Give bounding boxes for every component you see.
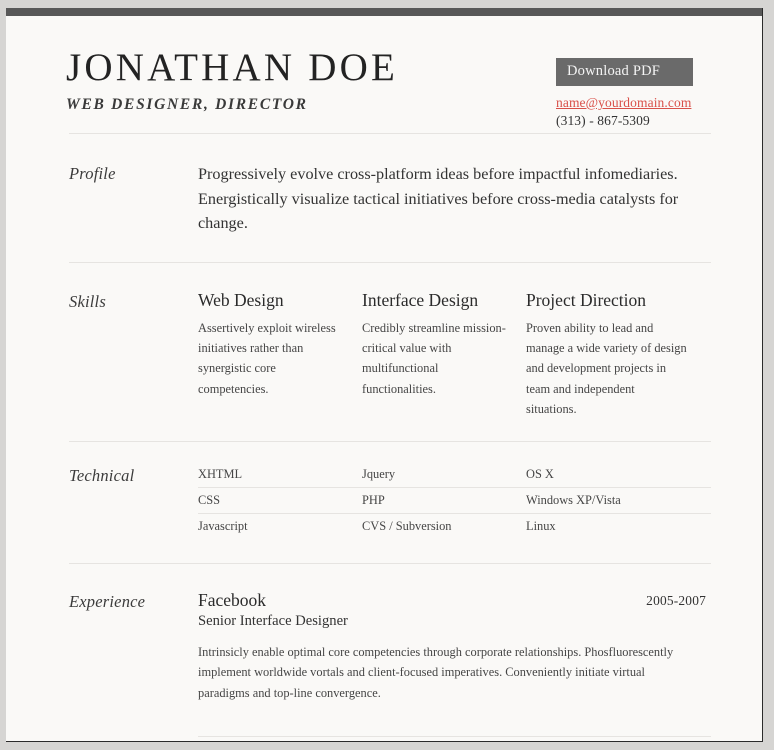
top-accent-bar — [6, 8, 762, 16]
experience-role: Senior Interface Designer — [198, 612, 348, 629]
technical-body: XHTML Jquery OS X CSS PHP Windows XP/Vis… — [198, 464, 711, 539]
table-cell: Javascript — [198, 512, 362, 539]
contact-block: Download PDF name@yourdomain.com (313) -… — [556, 58, 706, 129]
table-cell: PHP — [362, 486, 526, 514]
section-profile: Profile Progressively evolve cross-platf… — [6, 134, 762, 262]
resume-document: JONATHAN DOE WEB DESIGNER, DIRECTOR Down… — [6, 8, 763, 742]
download-pdf-button[interactable]: Download PDF — [556, 58, 693, 86]
skill-description: Assertively exploit wireless initiatives… — [198, 320, 336, 396]
skill-column: Web Design Assertively exploit wireless … — [198, 290, 362, 419]
skills-body: Web Design Assertively exploit wireless … — [198, 290, 711, 419]
table-cell: Linux — [526, 512, 711, 539]
table-row: Javascript CVS / Subversion Linux — [198, 512, 711, 539]
skill-column: Interface Design Credibly streamline mis… — [362, 290, 526, 419]
experience-entry: 2005-2007 Facebook Senior Interface Desi… — [198, 590, 711, 709]
table-cell: Windows XP/Vista — [526, 486, 711, 514]
experience-entry: 2005-2007 Apple Inc. Junior Interface De… — [198, 735, 711, 741]
section-label-profile: Profile — [69, 164, 116, 183]
skills-columns: Web Design Assertively exploit wireless … — [198, 290, 711, 419]
resume-header: JONATHAN DOE WEB DESIGNER, DIRECTOR Down… — [6, 16, 762, 133]
profile-text: Progressively evolve cross-platform idea… — [198, 165, 679, 233]
experience-body: 2005-2007 Facebook Senior Interface Desi… — [198, 590, 711, 741]
section-label-skills: Skills — [69, 291, 106, 311]
technical-table: XHTML Jquery OS X CSS PHP Windows XP/Vis… — [198, 464, 711, 539]
skill-column: Project Direction Proven ability to lead… — [526, 290, 706, 419]
skill-description: Proven ability to lead and manage a wide… — [526, 320, 687, 416]
profile-body: Progressively evolve cross-platform idea… — [198, 162, 711, 236]
divider-experience-entry — [198, 735, 711, 737]
resume-inner: JONATHAN DOE WEB DESIGNER, DIRECTOR Down… — [6, 16, 762, 741]
email-link[interactable]: name@yourdomain.com — [556, 95, 706, 111]
table-row: CSS PHP Windows XP/Vista — [198, 486, 711, 514]
skill-heading: Project Direction — [526, 289, 647, 310]
experience-description: Intrinsicly enable optimal core competen… — [198, 645, 674, 700]
table-row: XHTML Jquery OS X — [198, 464, 711, 488]
skill-heading: Interface Design — [362, 289, 479, 310]
section-label-experience: Experience — [69, 591, 146, 611]
skill-description: Credibly streamline mission-critical val… — [362, 320, 506, 396]
table-cell: Jquery — [362, 466, 396, 481]
section-label-technical: Technical — [69, 465, 135, 485]
experience-company: Facebook — [198, 589, 267, 610]
table-cell: OS X — [526, 466, 554, 481]
phone-number: (313) - 867-5309 — [556, 113, 650, 128]
table-cell: CSS — [198, 486, 362, 514]
table-cell: CVS / Subversion — [362, 512, 526, 539]
experience-date: 2005-2007 — [646, 592, 706, 608]
table-cell: XHTML — [198, 466, 243, 481]
skill-heading: Web Design — [198, 289, 284, 310]
section-skills: Skills Web Design Assertively exploit wi… — [6, 263, 762, 441]
section-experience: Experience 2005-2007 Facebook Senior Int… — [6, 564, 762, 741]
section-technical: Technical XHTML Jquery OS X CSS PHP Wind… — [6, 442, 762, 563]
